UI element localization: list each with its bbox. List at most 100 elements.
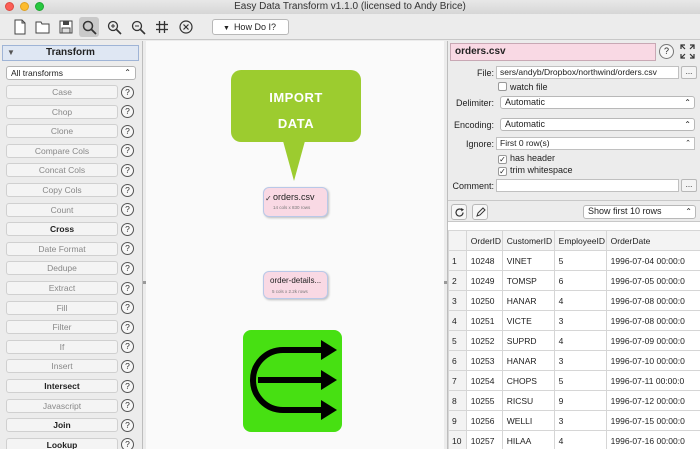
zoom-out-button[interactable] — [128, 17, 148, 37]
help-icon[interactable]: ? — [121, 85, 134, 99]
help-icon[interactable]: ? — [121, 261, 134, 275]
zoom-window-button[interactable] — [35, 2, 44, 11]
comment-label: Comment: — [452, 181, 494, 191]
item-name-field[interactable]: orders.csv — [450, 43, 656, 61]
help-icon[interactable]: ? — [121, 301, 134, 315]
table-row[interactable]: 3 10250 HANAR 4 1996-07-08 00:00:0 — [448, 290, 700, 311]
watch-file-checkbox[interactable]: watch file — [498, 82, 548, 93]
transform-item-join[interactable]: Join — [6, 418, 118, 433]
open-button[interactable] — [33, 17, 53, 37]
encoding-select[interactable]: Automatic ⌃ — [500, 118, 695, 131]
table-row[interactable]: 1 10248 VINET 5 1996-07-04 00:00:0 — [448, 250, 700, 271]
zoom-in-button[interactable] — [104, 17, 124, 37]
table-cell: 1996-07-05 00:00:0 — [605, 270, 700, 291]
show-rows-select[interactable]: Show first 10 rows ⌃ — [583, 205, 696, 219]
help-icon[interactable]: ? — [121, 359, 134, 373]
help-icon[interactable]: ? — [121, 203, 134, 217]
transform-item-extract[interactable]: Extract — [6, 281, 118, 295]
transform-item-intersect[interactable]: Intersect — [6, 379, 118, 393]
transform-item-filter[interactable]: Filter — [6, 320, 118, 335]
new-file-button[interactable] — [10, 17, 30, 37]
close-window-button[interactable] — [5, 2, 14, 11]
panel-splitter[interactable] — [139, 236, 142, 246]
transform-item-if[interactable]: If — [6, 339, 118, 354]
how-do-i-button[interactable]: ▼ How Do I? — [212, 19, 289, 35]
order-details-node[interactable]: order-details... 5 cols x 2.2k rows — [263, 271, 328, 299]
help-icon[interactable]: ? — [121, 379, 134, 393]
minimize-window-button[interactable] — [20, 2, 29, 11]
table-cell: 1996-07-09 00:00:0 — [605, 330, 700, 351]
transform-item-chop[interactable]: Chop — [6, 104, 118, 119]
comment-field[interactable] — [496, 179, 679, 192]
left-splitter-handle[interactable] — [143, 281, 146, 284]
help-icon[interactable]: ? — [121, 222, 134, 236]
column-header[interactable]: OrderDate — [605, 230, 700, 251]
transform-item-insert[interactable]: Insert — [6, 359, 118, 374]
transform-item-copy-cols[interactable]: Copy Cols — [6, 183, 118, 197]
table-cell: 10252 — [465, 330, 503, 351]
help-icon[interactable]: ? — [121, 320, 134, 334]
help-icon[interactable]: ? — [121, 242, 134, 256]
workflow-canvas[interactable]: IMPORT DATA ✓ orders.csv 14 cols x 830 r… — [143, 41, 447, 449]
delimiter-select[interactable]: Automatic ⌃ — [500, 96, 695, 109]
pencil-icon — [475, 206, 486, 217]
table-row[interactable]: 5 10252 SUPRD 4 1996-07-09 00:00:0 — [448, 330, 700, 351]
help-icon[interactable]: ? — [121, 183, 134, 197]
help-icon[interactable]: ? — [121, 399, 134, 413]
table-row[interactable]: 4 10251 VICTE 3 1996-07-08 00:00:0 — [448, 310, 700, 331]
transform-item-date-format[interactable]: Date Format — [6, 241, 118, 256]
edit-button[interactable] — [472, 204, 488, 220]
search-button[interactable] — [79, 17, 99, 37]
column-header[interactable]: EmployeeID — [553, 230, 607, 251]
grid-button[interactable] — [152, 17, 172, 37]
transform-item-compare-cols[interactable]: Compare Cols — [6, 143, 118, 158]
callout-line-1: IMPORT — [269, 90, 323, 105]
has-header-checkbox[interactable]: ✓ has header — [498, 153, 555, 164]
orders-node[interactable]: ✓ orders.csv 14 cols x 830 rows — [263, 187, 328, 217]
comment-edit-button[interactable]: ... — [681, 179, 697, 192]
show-rows-value: Show first 10 rows — [588, 206, 662, 216]
table-row[interactable]: 8 10255 RICSU 9 1996-07-12 00:00:0 — [448, 390, 700, 411]
delete-button[interactable] — [176, 17, 196, 37]
title-bar: Easy Data Transform v1.1.0 (licensed to … — [0, 0, 700, 14]
vertical-scrollbar[interactable] — [695, 252, 700, 422]
transform-item-dedupe[interactable]: Dedupe — [6, 261, 118, 276]
help-icon[interactable]: ? — [121, 105, 134, 119]
transform-item-concat-cols[interactable]: Concat Cols — [6, 163, 118, 178]
table-row[interactable]: 7 10254 CHOPS 5 1996-07-11 00:00:0 — [448, 370, 700, 391]
column-header[interactable] — [448, 230, 467, 251]
ignore-rows-field[interactable]: First 0 row(s) ⌃ — [496, 137, 695, 150]
transform-header[interactable]: ▼ Transform — [2, 45, 139, 61]
help-icon[interactable]: ? — [121, 124, 134, 138]
transform-item-cross[interactable]: Cross — [6, 222, 118, 237]
table-row[interactable]: 9 10256 WELLI 3 1996-07-15 00:00:0 — [448, 410, 700, 431]
transform-item-clone[interactable]: Clone — [6, 124, 118, 139]
transform-item-case[interactable]: Case — [6, 85, 118, 99]
transform-item-lookup[interactable]: Lookup — [6, 437, 118, 449]
help-icon[interactable]: ? — [121, 144, 134, 158]
help-button[interactable]: ? — [659, 44, 674, 59]
help-icon[interactable]: ? — [121, 340, 134, 354]
file-path-field[interactable]: sers/andyb/Dropbox/northwind/orders.csv — [496, 66, 679, 79]
table-row[interactable]: 10 10257 HILAA 4 1996-07-16 00:00:0 — [448, 430, 700, 449]
expand-button[interactable] — [680, 44, 695, 59]
save-button[interactable] — [56, 17, 76, 37]
table-cell: 10249 — [465, 270, 503, 291]
transform-item-javascript[interactable]: Javascript — [6, 398, 118, 413]
help-icon[interactable]: ? — [121, 281, 134, 295]
help-icon[interactable]: ? — [121, 438, 134, 449]
stepper-icon[interactable]: ⌃ — [685, 138, 691, 149]
help-icon[interactable]: ? — [121, 163, 134, 177]
table-row[interactable]: 6 10253 HANAR 3 1996-07-10 00:00:0 — [448, 350, 700, 371]
browse-file-button[interactable]: ... — [681, 66, 697, 79]
column-header[interactable]: OrderID — [465, 230, 503, 251]
table-row[interactable]: 2 10249 TOMSP 6 1996-07-05 00:00:0 — [448, 270, 700, 291]
node-check-icon: ✓ — [265, 194, 272, 203]
help-icon[interactable]: ? — [121, 418, 134, 432]
refresh-button[interactable] — [451, 204, 467, 220]
column-header[interactable]: CustomerID — [501, 230, 555, 251]
trim-whitespace-checkbox[interactable]: ✓ trim whitespace — [498, 165, 573, 176]
transform-filter-select[interactable]: All transforms ⌃ — [6, 66, 136, 80]
transform-item-fill[interactable]: Fill — [6, 300, 118, 315]
transform-item-count[interactable]: Count — [6, 202, 118, 217]
